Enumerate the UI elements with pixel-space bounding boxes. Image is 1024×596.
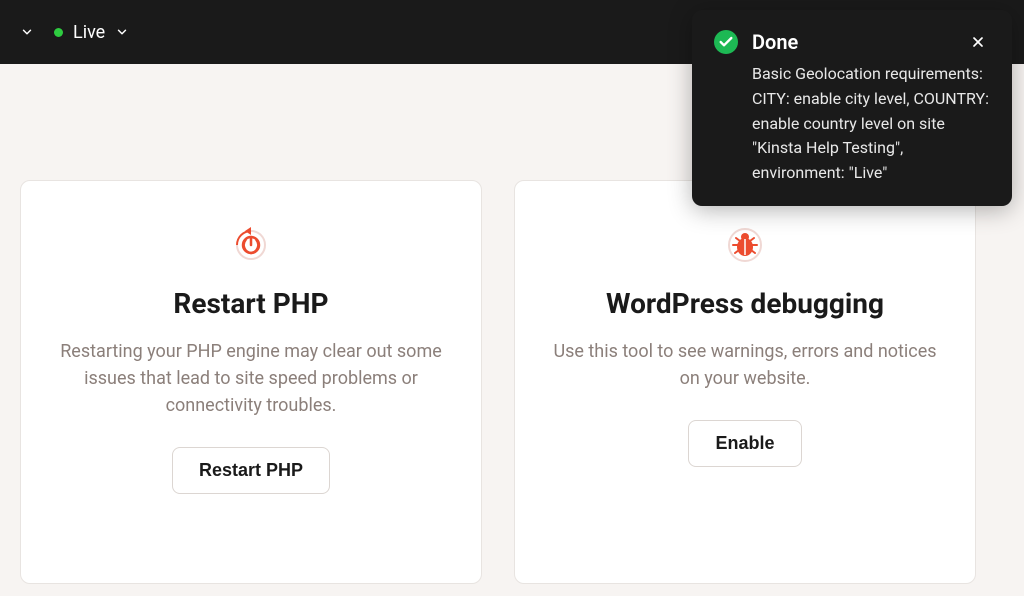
site-selector-chevron-icon[interactable] — [20, 25, 34, 39]
chevron-down-icon — [115, 25, 129, 39]
enable-debug-button[interactable]: Enable — [688, 420, 801, 467]
toast-close-button[interactable] — [966, 30, 990, 54]
bug-icon — [721, 221, 769, 269]
toast-notification: Done Basic Geolocation require­ments: CI… — [692, 10, 1012, 206]
toast-title: Done — [752, 30, 952, 54]
toast-header: Done — [714, 30, 990, 54]
close-icon — [970, 34, 986, 50]
card-description: Use this tool to see warnings, errors an… — [550, 338, 940, 392]
card-title: WordPress debugging — [606, 287, 884, 320]
environment-label: Live — [73, 22, 105, 43]
status-dot-icon — [54, 28, 63, 37]
toast-body: Basic Geolocation require­ments: CITY: e… — [752, 62, 990, 186]
power-icon — [227, 221, 275, 269]
card-description: Restarting your PHP engine may clear out… — [56, 338, 446, 419]
wordpress-debugging-card: WordPress debugging Use this tool to see… — [514, 180, 976, 584]
success-check-icon — [714, 30, 738, 54]
restart-php-card: Restart PHP Restarting your PHP engine m… — [20, 180, 482, 584]
topbar-left: Live — [20, 22, 129, 43]
environment-selector[interactable]: Live — [54, 22, 129, 43]
card-title: Restart PHP — [173, 287, 328, 320]
restart-php-button[interactable]: Restart PHP — [172, 447, 330, 494]
